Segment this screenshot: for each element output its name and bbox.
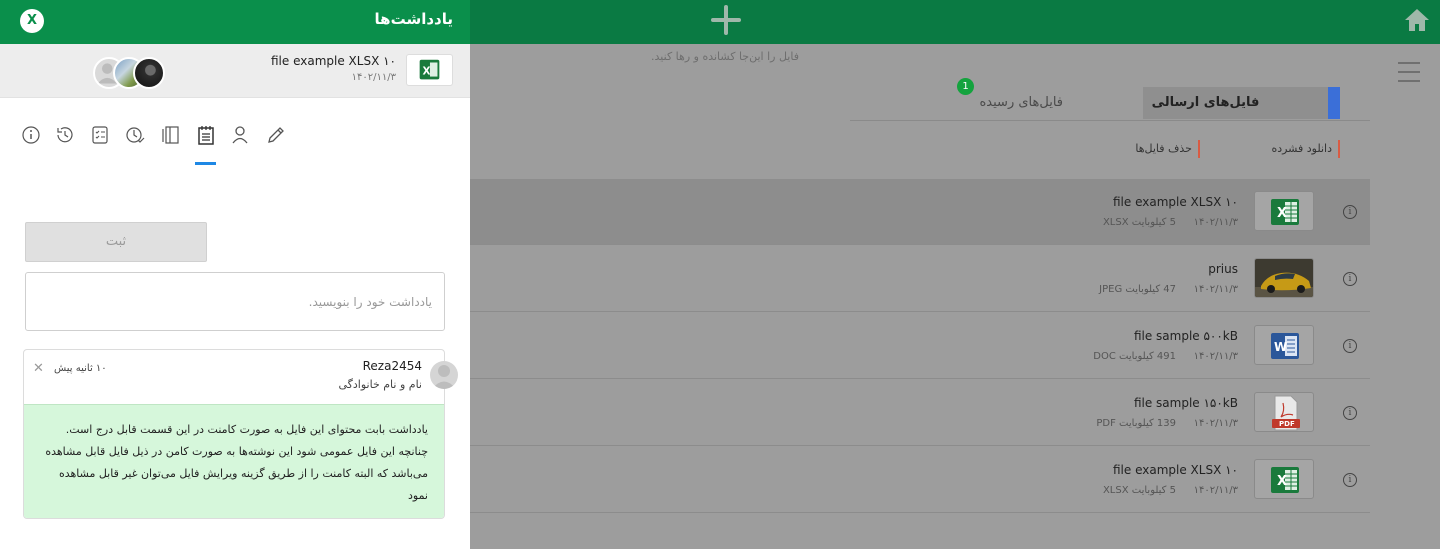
- file-name: file sample ۱۵۰kB: [1133, 396, 1238, 410]
- user-icon[interactable]: [229, 124, 251, 146]
- word-icon: W: [1254, 325, 1314, 365]
- edit-icon[interactable]: [265, 124, 287, 146]
- shared-users[interactable]: [93, 57, 165, 89]
- comment-fullname: نام و نام خانوادگی: [338, 378, 422, 391]
- info-icon[interactable]: [20, 124, 42, 146]
- file-date: ۱۴۰۲/۱۱/۳: [1193, 351, 1238, 362]
- file-date: ۱۴۰۲/۱۱/۳: [1193, 418, 1238, 429]
- menu-icon[interactable]: [1398, 62, 1420, 82]
- panel-file-name: file example XLSX ۱۰: [270, 54, 396, 68]
- info-icon[interactable]: i: [1343, 205, 1357, 219]
- delete-files-button[interactable]: حذف فایل‌ها: [1120, 140, 1200, 158]
- panel-file-date: ۱۴۰۲/۱۱/۳: [351, 72, 396, 83]
- info-icon[interactable]: i: [1343, 406, 1357, 420]
- file-size: 5 کیلوبایت XLSX: [1102, 485, 1176, 496]
- table-row[interactable]: file sample ۱۵۰kB ۱۴۰۲/۱۱/۳ 139 کیلوبایت…: [470, 380, 1370, 446]
- file-name: prius: [1208, 262, 1238, 276]
- home-icon[interactable]: [1402, 6, 1432, 34]
- svg-text:X: X: [1277, 206, 1287, 221]
- excel-icon: X: [1254, 459, 1314, 499]
- received-count-badge: 1: [957, 78, 974, 95]
- comment-body: یادداشت بابت محتوای این فایل به صورت کام…: [24, 404, 444, 518]
- close-button[interactable]: X: [20, 9, 44, 33]
- comment-avatar: [430, 361, 458, 389]
- avatar: [133, 57, 165, 89]
- svg-text:W: W: [1274, 340, 1287, 354]
- file-size: 5 کیلوبایت XLSX: [1102, 217, 1176, 228]
- svg-text:X: X: [422, 66, 430, 78]
- file-size: 139 کیلوبایت PDF: [1096, 418, 1176, 429]
- info-icon[interactable]: i: [1343, 272, 1357, 286]
- delete-comment-icon[interactable]: ✕: [33, 361, 44, 376]
- history-icon[interactable]: [54, 124, 76, 146]
- download-zip-button[interactable]: دانلود فشرده: [1260, 140, 1340, 158]
- note-input[interactable]: [25, 272, 445, 331]
- tab-received-files[interactable]: فایل‌های رسیده: [850, 87, 1143, 119]
- info-icon[interactable]: i: [1343, 473, 1357, 487]
- file-summary: X file example XLSX ۱۰ ۱۴۰۲/۱۱/۳: [0, 44, 470, 98]
- comment-author: Reza2454: [362, 359, 422, 373]
- file-date: ۱۴۰۲/۱۱/۳: [1193, 485, 1238, 496]
- file-size: 491 کیلوبایت DOC: [1093, 351, 1176, 362]
- file-name: file example XLSX ۱۰: [1112, 463, 1238, 477]
- panel-header: یادداشت‌ها X: [0, 0, 470, 44]
- file-size: 47 کیلوبایت JPEG: [1099, 284, 1176, 295]
- pdf-icon: PDF: [1254, 392, 1314, 432]
- versions-icon[interactable]: [160, 124, 182, 146]
- info-icon[interactable]: i: [1343, 339, 1357, 353]
- table-row[interactable]: file example XLSX ۱۰ ۱۴۰۲/۱۱/۳ 5 کیلوبای…: [470, 179, 1370, 245]
- panel-toolbar: [0, 124, 470, 166]
- excel-icon: X: [1254, 191, 1314, 231]
- file-name: file example XLSX ۱۰: [1112, 195, 1238, 209]
- add-file-icon[interactable]: [708, 2, 744, 38]
- file-date: ۱۴۰۲/۱۱/۳: [1193, 217, 1238, 228]
- svg-text:X: X: [1277, 474, 1287, 489]
- submit-note-button[interactable]: ثبت: [25, 222, 207, 262]
- panel-title: یادداشت‌ها: [374, 10, 453, 28]
- notes-icon[interactable]: [195, 124, 217, 146]
- tab-sent-files[interactable]: فایل‌های ارسالی: [1143, 87, 1340, 119]
- table-row[interactable]: prius ۱۴۰۲/۱۱/۳ 47 کیلوبایت JPEG i: [470, 246, 1370, 312]
- comment-time: ۱۰ ثانیه پیش: [54, 363, 107, 374]
- note-comment: Reza2454 نام و نام خانوادگی ۱۰ ثانیه پیش…: [23, 349, 445, 519]
- image-thumbnail: [1254, 258, 1314, 298]
- file-date: ۱۴۰۲/۱۱/۳: [1193, 284, 1238, 295]
- table-row[interactable]: file sample ۵۰۰kB ۱۴۰۲/۱۱/۳ 491 کیلوبایت…: [470, 313, 1370, 379]
- active-tool-indicator: [195, 162, 216, 165]
- file-name: file sample ۵۰۰kB: [1133, 329, 1238, 343]
- svg-text:PDF: PDF: [1279, 420, 1295, 428]
- tab-divider: [850, 120, 1370, 121]
- time-check-icon[interactable]: [124, 124, 146, 146]
- drop-hint: فایل را این‌جا کشانده و رها کنید.: [651, 50, 799, 63]
- notes-panel: یادداشت‌ها X X file example XLSX ۱۰ ۱۴۰۲…: [0, 0, 470, 549]
- table-row[interactable]: file example XLSX ۱۰ ۱۴۰۲/۱۱/۳ 5 کیلوبای…: [470, 447, 1370, 513]
- checklist-icon[interactable]: [89, 124, 111, 146]
- excel-icon: X: [406, 54, 453, 86]
